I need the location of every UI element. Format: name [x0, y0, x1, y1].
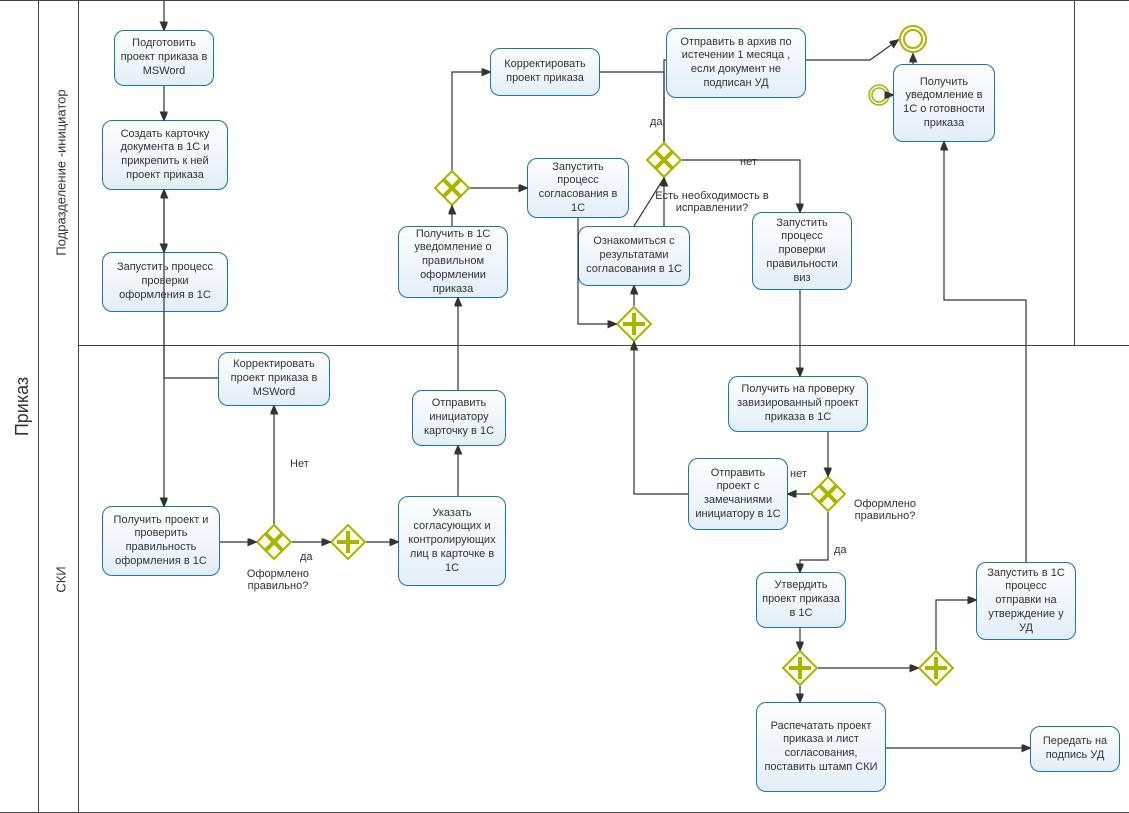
task-send-ud-sign[interactable]: Передать на подпись УД [1030, 726, 1120, 772]
task-send-remarks[interactable]: Отправить проект с замечаниями инициатор… [688, 458, 788, 530]
gateway-parallel-3[interactable] [782, 650, 818, 686]
event-end[interactable] [898, 24, 928, 54]
gateway-exclusive-2[interactable] [434, 170, 470, 206]
lane-bottom-label-text: СКИ [54, 566, 69, 592]
task-specify-approvers[interactable]: Указать согласующих и контролирующих лиц… [398, 496, 506, 586]
gateway-parallel-4[interactable] [918, 650, 954, 686]
task-correct-order[interactable]: Корректировать проект приказа [490, 48, 600, 96]
task-start-approval[interactable]: Запустить процесс согласования в 1С [527, 158, 629, 218]
lane-border-right-1 [1074, 0, 1075, 345]
label-g1-no: Нет [290, 458, 309, 470]
label-g1-yes: да [300, 551, 313, 563]
task-receive-check-format[interactable]: Получить проект и проверить правильность… [102, 506, 220, 576]
task-send-card-initiator[interactable]: Отправить инициатору карточку в 1С [412, 390, 506, 446]
lane-top-label-text: Подразделение -инициатор [54, 89, 69, 255]
task-receive-visa-project[interactable]: Получить на проверку завизированный прое… [728, 376, 868, 432]
gateway-format-correct-2[interactable] [810, 476, 846, 512]
lane-bottom-label: СКИ [46, 345, 76, 813]
task-receive-ready-notice[interactable]: Получить уведомление в 1С о готовности п… [893, 64, 995, 142]
task-receive-format-ok[interactable]: Получить в 1С уведомление о правильном о… [398, 226, 508, 298]
task-start-visa-check[interactable]: Запустить процесс проверки правильности … [752, 212, 852, 290]
label-g3-no: нет [740, 156, 757, 168]
label-g4-yes: да [834, 544, 847, 556]
label-g4-no: нет [790, 468, 807, 480]
pool-label-text: Приказ [13, 377, 34, 436]
pool-border-top [0, 0, 1129, 1]
task-approve-1c[interactable]: Утвердить проект приказа в 1С [756, 572, 846, 628]
task-review-results[interactable]: Ознакомиться с результатами согласования… [578, 226, 690, 286]
label-g3-yes: да [650, 116, 663, 128]
task-create-1c-card[interactable]: Создать карточку документа в 1С и прикре… [102, 120, 228, 190]
lane-divider [78, 345, 1129, 346]
lane-border-left [78, 0, 79, 813]
pool-label: Приказ [8, 0, 38, 813]
event-intermediate[interactable] [868, 84, 890, 106]
bpmn-diagram: Приказ Подразделение -инициатор СКИ Подг… [0, 0, 1129, 813]
label-need-fix: Есть необходимость в исправлении? [652, 190, 772, 214]
task-start-ud-approval[interactable]: Запустить в 1С процесс отправки на утвер… [976, 562, 1076, 640]
gateway-need-fix[interactable] [646, 142, 682, 178]
label-format-correct-1: Оформлено правильно? [238, 568, 318, 592]
task-prepare-msword[interactable]: Подготовить проект приказа в MSWord [114, 30, 214, 86]
label-format-correct-2: Оформлено правильно? [850, 498, 920, 522]
gateway-parallel-2[interactable] [616, 306, 652, 342]
gateway-format-correct-1[interactable] [256, 524, 292, 560]
task-start-format-check[interactable]: Запустить процесс проверки оформления в … [102, 252, 228, 312]
task-correct-msword[interactable]: Корректировать проект приказа в MSWord [218, 352, 330, 406]
task-archive-1month[interactable]: Отправить в архив по истечении 1 месяца … [666, 28, 806, 98]
task-print-stamp[interactable]: Распечатать проект приказа и лист соглас… [756, 702, 886, 792]
lane-top-label: Подразделение -инициатор [46, 0, 76, 345]
gateway-parallel-1[interactable] [330, 524, 366, 560]
pool-border-left [38, 0, 39, 813]
